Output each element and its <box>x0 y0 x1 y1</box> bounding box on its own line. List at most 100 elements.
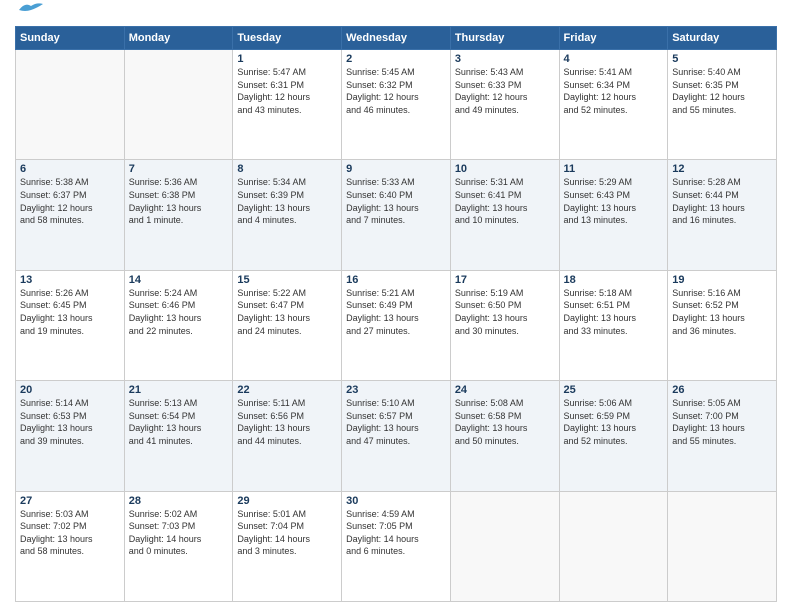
day-number: 11 <box>564 163 664 175</box>
calendar-cell <box>124 50 233 160</box>
calendar-week-row: 1Sunrise: 5:47 AMSunset: 6:31 PMDaylight… <box>16 50 777 160</box>
day-info: Sunrise: 5:41 AMSunset: 6:34 PMDaylight:… <box>564 66 664 116</box>
day-info: Sunrise: 5:10 AMSunset: 6:57 PMDaylight:… <box>346 397 446 447</box>
header <box>15 10 777 18</box>
day-info: Sunrise: 5:38 AMSunset: 6:37 PMDaylight:… <box>20 176 120 226</box>
calendar-cell: 20Sunrise: 5:14 AMSunset: 6:53 PMDayligh… <box>16 381 125 491</box>
day-info: Sunrise: 5:08 AMSunset: 6:58 PMDaylight:… <box>455 397 555 447</box>
calendar-cell: 22Sunrise: 5:11 AMSunset: 6:56 PMDayligh… <box>233 381 342 491</box>
calendar-cell: 23Sunrise: 5:10 AMSunset: 6:57 PMDayligh… <box>342 381 451 491</box>
day-number: 12 <box>672 163 772 175</box>
day-info: Sunrise: 5:43 AMSunset: 6:33 PMDaylight:… <box>455 66 555 116</box>
calendar-cell: 8Sunrise: 5:34 AMSunset: 6:39 PMDaylight… <box>233 160 342 270</box>
day-number: 13 <box>20 274 120 286</box>
day-number: 7 <box>129 163 229 175</box>
calendar-cell: 1Sunrise: 5:47 AMSunset: 6:31 PMDaylight… <box>233 50 342 160</box>
day-of-week-header: Friday <box>559 27 668 50</box>
day-number: 4 <box>564 53 664 65</box>
calendar-cell: 24Sunrise: 5:08 AMSunset: 6:58 PMDayligh… <box>450 381 559 491</box>
calendar-cell: 18Sunrise: 5:18 AMSunset: 6:51 PMDayligh… <box>559 270 668 380</box>
day-number: 17 <box>455 274 555 286</box>
day-number: 23 <box>346 384 446 396</box>
calendar-cell: 6Sunrise: 5:38 AMSunset: 6:37 PMDaylight… <box>16 160 125 270</box>
day-info: Sunrise: 5:33 AMSunset: 6:40 PMDaylight:… <box>346 176 446 226</box>
calendar-cell <box>16 50 125 160</box>
day-info: Sunrise: 4:59 AMSunset: 7:05 PMDaylight:… <box>346 508 446 558</box>
calendar-cell: 14Sunrise: 5:24 AMSunset: 6:46 PMDayligh… <box>124 270 233 380</box>
day-of-week-header: Wednesday <box>342 27 451 50</box>
day-number: 15 <box>237 274 337 286</box>
day-info: Sunrise: 5:06 AMSunset: 6:59 PMDaylight:… <box>564 397 664 447</box>
day-info: Sunrise: 5:19 AMSunset: 6:50 PMDaylight:… <box>455 287 555 337</box>
day-info: Sunrise: 5:01 AMSunset: 7:04 PMDaylight:… <box>237 508 337 558</box>
day-number: 16 <box>346 274 446 286</box>
calendar-cell: 19Sunrise: 5:16 AMSunset: 6:52 PMDayligh… <box>668 270 777 380</box>
day-number: 20 <box>20 384 120 396</box>
day-info: Sunrise: 5:36 AMSunset: 6:38 PMDaylight:… <box>129 176 229 226</box>
day-number: 2 <box>346 53 446 65</box>
day-info: Sunrise: 5:05 AMSunset: 7:00 PMDaylight:… <box>672 397 772 447</box>
day-number: 29 <box>237 495 337 507</box>
calendar-week-row: 27Sunrise: 5:03 AMSunset: 7:02 PMDayligh… <box>16 491 777 601</box>
day-info: Sunrise: 5:45 AMSunset: 6:32 PMDaylight:… <box>346 66 446 116</box>
day-info: Sunrise: 5:28 AMSunset: 6:44 PMDaylight:… <box>672 176 772 226</box>
day-of-week-header: Tuesday <box>233 27 342 50</box>
calendar-cell: 26Sunrise: 5:05 AMSunset: 7:00 PMDayligh… <box>668 381 777 491</box>
calendar-cell: 27Sunrise: 5:03 AMSunset: 7:02 PMDayligh… <box>16 491 125 601</box>
calendar-cell <box>559 491 668 601</box>
day-info: Sunrise: 5:13 AMSunset: 6:54 PMDaylight:… <box>129 397 229 447</box>
calendar-cell: 5Sunrise: 5:40 AMSunset: 6:35 PMDaylight… <box>668 50 777 160</box>
day-info: Sunrise: 5:21 AMSunset: 6:49 PMDaylight:… <box>346 287 446 337</box>
day-info: Sunrise: 5:18 AMSunset: 6:51 PMDaylight:… <box>564 287 664 337</box>
calendar-header-row: SundayMondayTuesdayWednesdayThursdayFrid… <box>16 27 777 50</box>
calendar-cell: 9Sunrise: 5:33 AMSunset: 6:40 PMDaylight… <box>342 160 451 270</box>
day-number: 1 <box>237 53 337 65</box>
calendar-cell <box>450 491 559 601</box>
calendar-cell <box>668 491 777 601</box>
day-of-week-header: Saturday <box>668 27 777 50</box>
day-number: 27 <box>20 495 120 507</box>
day-number: 21 <box>129 384 229 396</box>
day-of-week-header: Thursday <box>450 27 559 50</box>
calendar-cell: 7Sunrise: 5:36 AMSunset: 6:38 PMDaylight… <box>124 160 233 270</box>
day-number: 22 <box>237 384 337 396</box>
day-info: Sunrise: 5:02 AMSunset: 7:03 PMDaylight:… <box>129 508 229 558</box>
day-info: Sunrise: 5:16 AMSunset: 6:52 PMDaylight:… <box>672 287 772 337</box>
day-number: 9 <box>346 163 446 175</box>
day-number: 6 <box>20 163 120 175</box>
calendar-cell: 13Sunrise: 5:26 AMSunset: 6:45 PMDayligh… <box>16 270 125 380</box>
page: SundayMondayTuesdayWednesdayThursdayFrid… <box>0 0 792 612</box>
calendar-cell: 21Sunrise: 5:13 AMSunset: 6:54 PMDayligh… <box>124 381 233 491</box>
calendar-cell: 4Sunrise: 5:41 AMSunset: 6:34 PMDaylight… <box>559 50 668 160</box>
day-number: 28 <box>129 495 229 507</box>
day-number: 26 <box>672 384 772 396</box>
calendar-week-row: 20Sunrise: 5:14 AMSunset: 6:53 PMDayligh… <box>16 381 777 491</box>
day-of-week-header: Sunday <box>16 27 125 50</box>
calendar-cell: 30Sunrise: 4:59 AMSunset: 7:05 PMDayligh… <box>342 491 451 601</box>
calendar-cell: 3Sunrise: 5:43 AMSunset: 6:33 PMDaylight… <box>450 50 559 160</box>
calendar-cell: 28Sunrise: 5:02 AMSunset: 7:03 PMDayligh… <box>124 491 233 601</box>
day-info: Sunrise: 5:40 AMSunset: 6:35 PMDaylight:… <box>672 66 772 116</box>
day-number: 19 <box>672 274 772 286</box>
logo-bird-icon <box>17 2 45 18</box>
day-info: Sunrise: 5:14 AMSunset: 6:53 PMDaylight:… <box>20 397 120 447</box>
day-info: Sunrise: 5:26 AMSunset: 6:45 PMDaylight:… <box>20 287 120 337</box>
day-number: 14 <box>129 274 229 286</box>
calendar-cell: 17Sunrise: 5:19 AMSunset: 6:50 PMDayligh… <box>450 270 559 380</box>
calendar-table: SundayMondayTuesdayWednesdayThursdayFrid… <box>15 26 777 602</box>
calendar-cell: 15Sunrise: 5:22 AMSunset: 6:47 PMDayligh… <box>233 270 342 380</box>
day-of-week-header: Monday <box>124 27 233 50</box>
day-info: Sunrise: 5:31 AMSunset: 6:41 PMDaylight:… <box>455 176 555 226</box>
calendar-cell: 2Sunrise: 5:45 AMSunset: 6:32 PMDaylight… <box>342 50 451 160</box>
day-number: 30 <box>346 495 446 507</box>
calendar-cell: 25Sunrise: 5:06 AMSunset: 6:59 PMDayligh… <box>559 381 668 491</box>
day-info: Sunrise: 5:11 AMSunset: 6:56 PMDaylight:… <box>237 397 337 447</box>
day-number: 5 <box>672 53 772 65</box>
calendar-week-row: 13Sunrise: 5:26 AMSunset: 6:45 PMDayligh… <box>16 270 777 380</box>
day-info: Sunrise: 5:24 AMSunset: 6:46 PMDaylight:… <box>129 287 229 337</box>
day-info: Sunrise: 5:29 AMSunset: 6:43 PMDaylight:… <box>564 176 664 226</box>
calendar-cell: 12Sunrise: 5:28 AMSunset: 6:44 PMDayligh… <box>668 160 777 270</box>
calendar-cell: 11Sunrise: 5:29 AMSunset: 6:43 PMDayligh… <box>559 160 668 270</box>
calendar-cell: 29Sunrise: 5:01 AMSunset: 7:04 PMDayligh… <box>233 491 342 601</box>
day-info: Sunrise: 5:22 AMSunset: 6:47 PMDaylight:… <box>237 287 337 337</box>
